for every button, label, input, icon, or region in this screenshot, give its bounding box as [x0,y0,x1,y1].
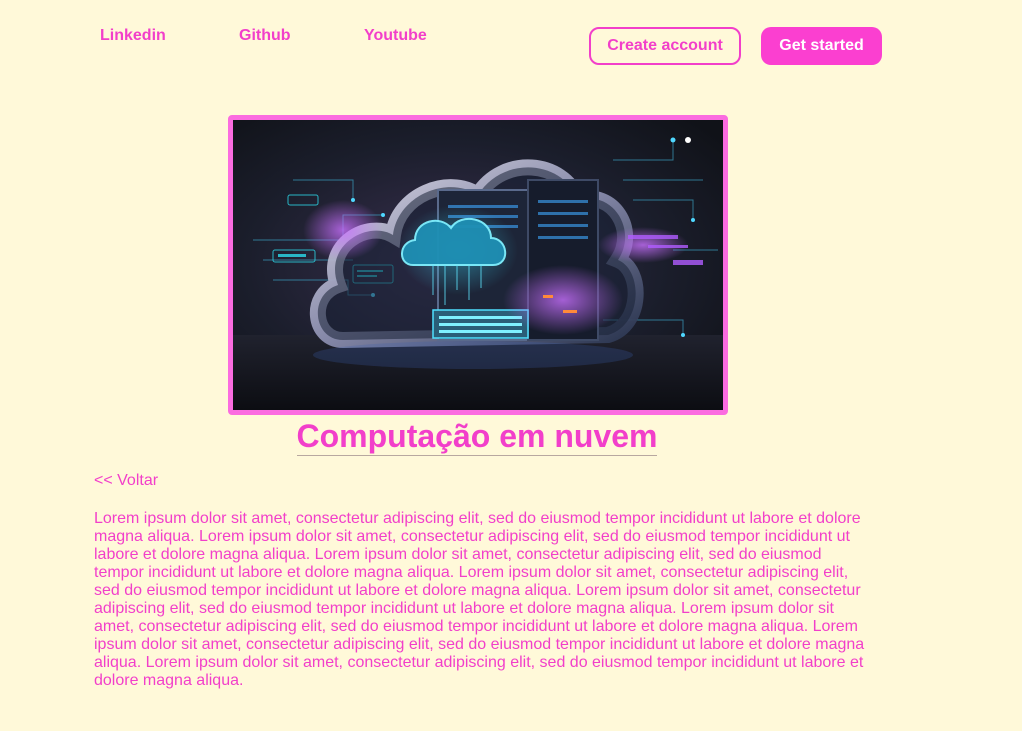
cloud-server-icon [233,120,723,410]
back-link[interactable]: << Voltar [94,472,158,490]
hero-image [228,115,728,415]
get-started-button[interactable]: Get started [761,27,882,65]
nav-link-linkedin[interactable]: Linkedin [100,27,166,45]
article-title-wrapper: Computação em nuvem [0,418,954,456]
nav-link-youtube[interactable]: Youtube [364,27,427,45]
article-body: Lorem ipsum dolor sit amet, consectetur … [94,510,865,689]
page: Linkedin Github Youtube Create account G… [0,0,1022,731]
article-title: Computação em nuvem [296,418,658,456]
nav-link-github[interactable]: Github [239,27,291,45]
create-account-button[interactable]: Create account [589,27,741,65]
